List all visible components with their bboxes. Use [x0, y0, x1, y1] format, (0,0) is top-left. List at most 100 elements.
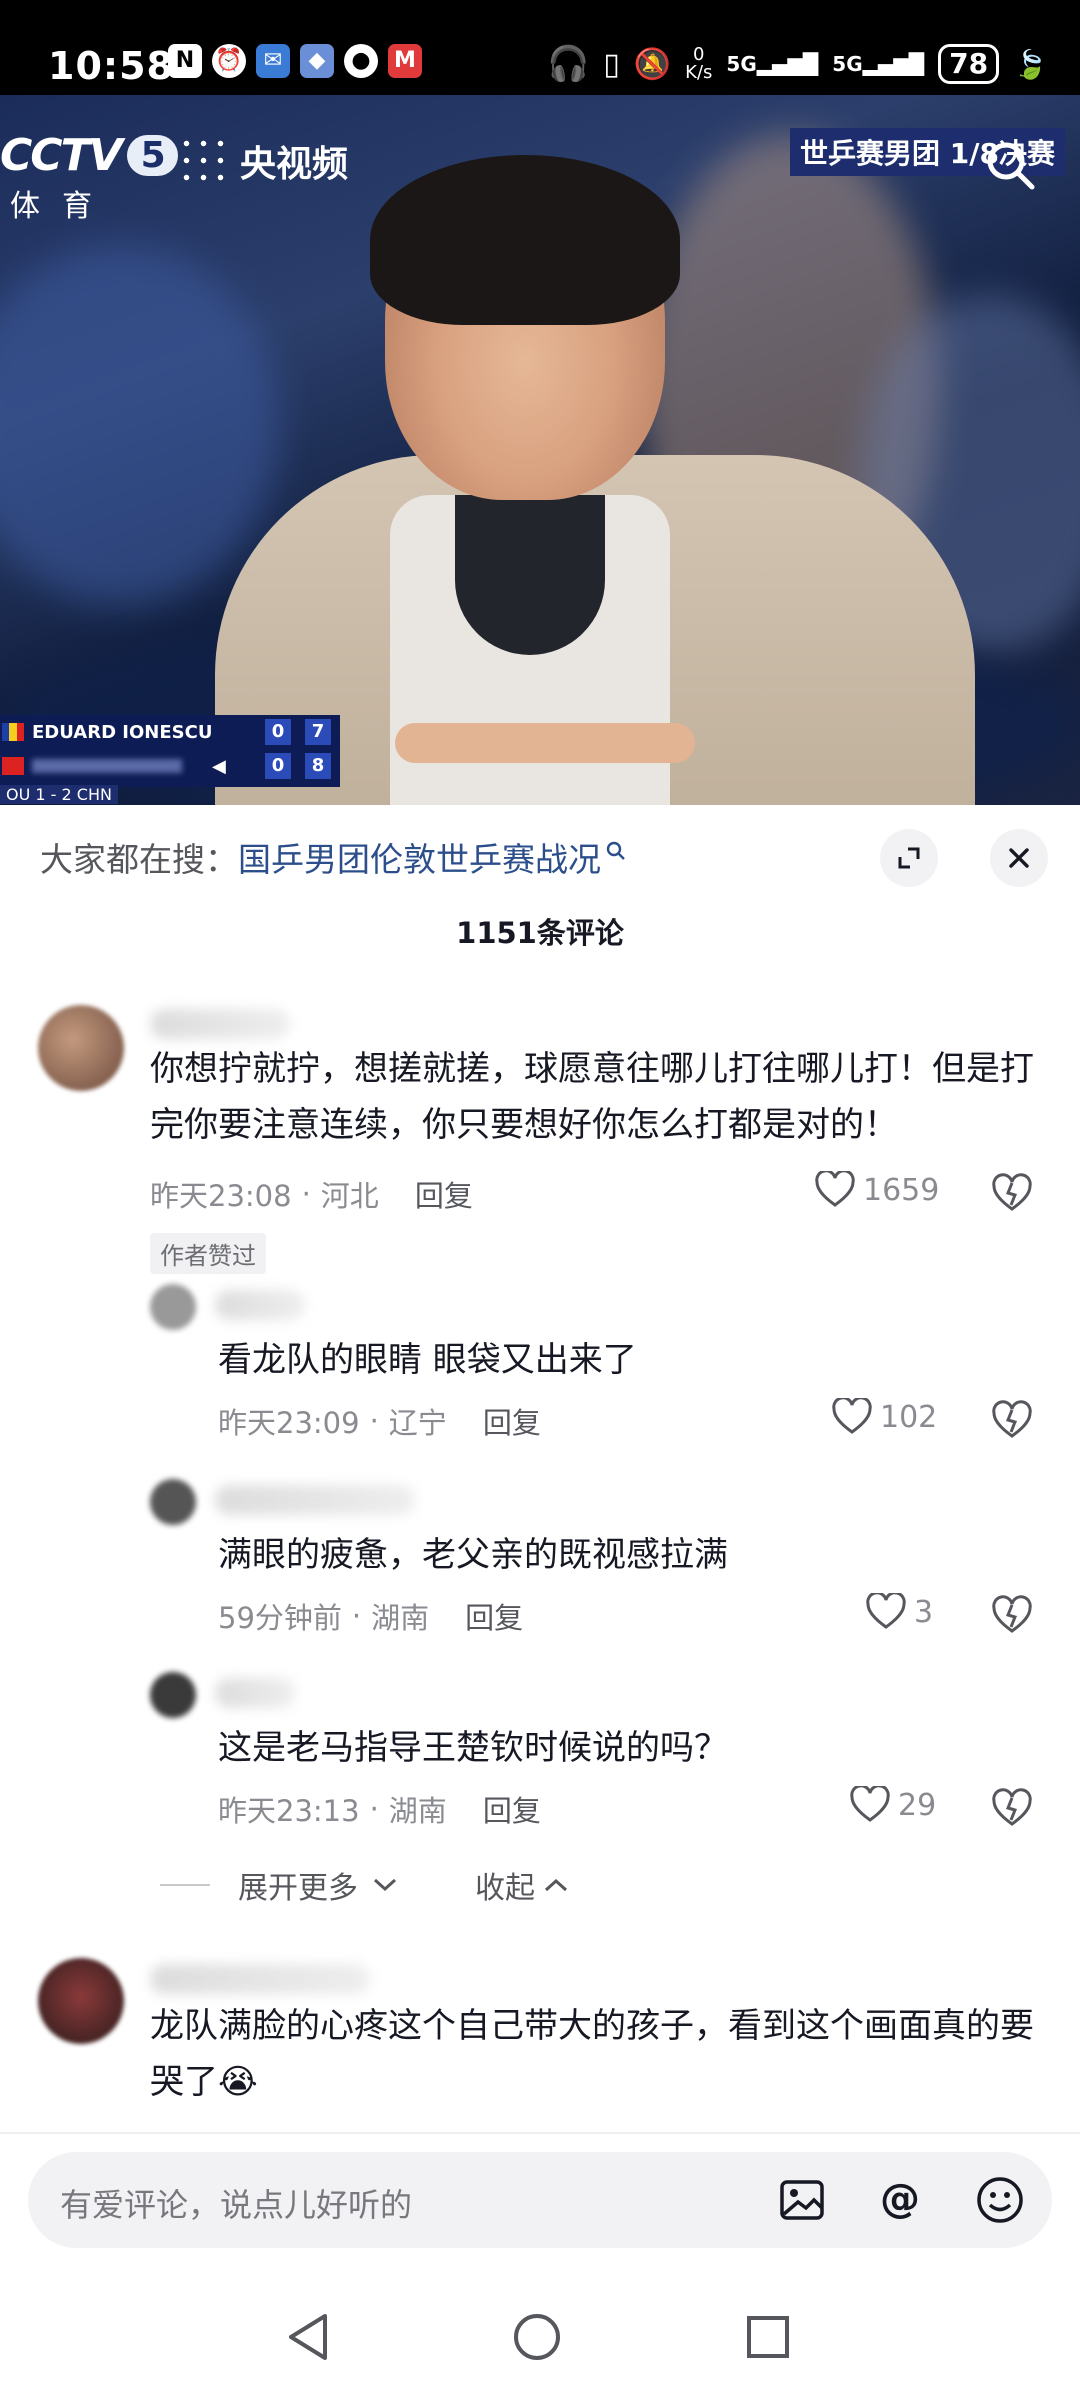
romania-flag-icon: [2, 723, 24, 741]
expand-more-button[interactable]: 展开更多: [160, 1863, 398, 1907]
app-notification-icon: ✉: [256, 44, 290, 78]
trending-link[interactable]: 国乒男团伦敦世乒赛战况: [238, 833, 601, 881]
dislike-heart-icon[interactable]: [990, 1593, 1034, 1637]
avatar[interactable]: [38, 1958, 124, 2044]
channel-logo-text: CCTV: [0, 130, 123, 181]
like-button[interactable]: 102: [832, 1398, 937, 1436]
avatar[interactable]: [150, 1672, 196, 1718]
dislike-heart-icon[interactable]: [990, 1398, 1034, 1442]
username-blurred[interactable]: [215, 1485, 415, 1515]
reply-button[interactable]: 回复: [465, 1595, 523, 1637]
svg-text:@: @: [880, 2176, 920, 2222]
avatar[interactable]: [38, 1005, 124, 1091]
vibrate-icon: ▯: [603, 46, 620, 82]
divider: [0, 2132, 1080, 2134]
comment-location: 辽宁: [388, 1406, 447, 1440]
username-blurred[interactable]: [150, 1964, 370, 1994]
channel-sub: 体育: [10, 189, 114, 224]
comment-time: 昨天23:09: [218, 1406, 360, 1440]
comment-count: 1151条评论: [456, 916, 624, 950]
nfc-icon: N: [168, 44, 202, 78]
recents-icon[interactable]: [745, 2314, 791, 2360]
trending-search[interactable]: 大家都在搜： 国乒男团伦敦世乒赛战况: [40, 833, 627, 881]
expand-more-label: 展开更多: [238, 1871, 358, 1906]
player1-name: EDUARD IONESCU: [32, 721, 213, 743]
platform-dots-icon: [178, 135, 230, 187]
comment-meta: 昨天23:09 · 辽宁 回复: [218, 1400, 541, 1442]
divider: [160, 1884, 210, 1886]
dislike-heart-icon[interactable]: [990, 1786, 1034, 1830]
comment-input-placeholder: 有爱评论，说点儿好听的: [60, 2186, 413, 2224]
like-button[interactable]: 3: [866, 1593, 933, 1631]
username-blurred[interactable]: [215, 1290, 305, 1320]
emoji-icon[interactable]: [974, 2174, 1026, 2226]
comment-meta: 昨天23:13 · 湖南 回复: [218, 1788, 541, 1830]
comment-time: 59分钟前: [218, 1601, 342, 1635]
heart-icon: [866, 1593, 906, 1629]
close-sheet-button[interactable]: [990, 829, 1048, 887]
video-subject-collar: [455, 495, 605, 655]
comment-location: 湖南: [388, 1794, 447, 1828]
meta-separator: ·: [369, 1404, 379, 1438]
notification-icons: N ⏰ ✉ ◆ ● M: [168, 44, 422, 78]
comment-input[interactable]: 有爱评论，说点儿好听的 @: [28, 2152, 1052, 2248]
heart-icon: [832, 1398, 872, 1434]
username-blurred[interactable]: [215, 1678, 295, 1708]
search-icon[interactable]: [980, 135, 1040, 195]
reply-button[interactable]: 回复: [483, 1400, 541, 1442]
home-icon[interactable]: [512, 2312, 562, 2362]
mention-icon[interactable]: @: [874, 2174, 926, 2226]
mute-icon: 🔕: [633, 46, 672, 82]
comment-location: 河北: [320, 1179, 379, 1213]
meta-separator: ·: [351, 1599, 362, 1633]
china-flag-icon: [2, 757, 24, 775]
back-icon[interactable]: [285, 2312, 331, 2362]
chevron-up-icon: [544, 1878, 568, 1892]
like-button[interactable]: 29: [850, 1786, 936, 1824]
video-player[interactable]: CCTV 5 体育 央视频 世乒赛男团 1/8决赛 EDUARD IONESCU …: [0, 95, 1080, 805]
comment-text: 满眼的疲惫，老父亲的既视感拉满: [218, 1535, 728, 1575]
username-blurred[interactable]: [150, 1009, 290, 1039]
system-icons: 🎧 ▯ 🔕 0 K/s 5G▂▄▆█ 5G▂▄▆█ 78 🍃: [547, 44, 1048, 84]
avatar[interactable]: [150, 1284, 196, 1330]
meta-separator: ·: [369, 1792, 379, 1826]
dislike-heart-icon[interactable]: [990, 1171, 1034, 1215]
player2-name-blurred: [32, 759, 182, 773]
serve-indicator-icon: ◀: [212, 755, 226, 777]
comment-meta: 昨天23:08 · 河北 回复: [150, 1173, 473, 1215]
comment-text: 龙队满脸的心疼这个自己带大的孩子，看到这个画面真的要哭了😭: [150, 2006, 1034, 2102]
team-score: OU 1 - 2 CHN: [0, 785, 118, 804]
status-time: 10:58: [48, 44, 174, 88]
signal-5g-2: 5G▂▄▆█: [832, 52, 925, 76]
network-speed: 0 K/s: [685, 44, 713, 83]
author-liked-badge: 作者赞过: [150, 1233, 266, 1274]
p1-games: 0: [265, 719, 291, 745]
shield-app-icon: ◆: [300, 44, 334, 78]
comment-text: 这是老马指导王楚钦时候说的吗？: [218, 1728, 728, 1768]
comment-meta: 59分钟前 · 湖南 回复: [218, 1595, 523, 1637]
scoreboard: EDUARD IONESCU 0 7 ◀ 0 8 OU 1 - 2 CHN: [0, 715, 340, 804]
headphones-icon: 🎧: [546, 44, 590, 84]
comment-text: 看龙队的眼睛 眼袋又出来了: [218, 1340, 637, 1380]
image-icon[interactable]: [776, 2174, 828, 2226]
p2-games: 0: [265, 753, 291, 779]
comment-time: 昨天23:08: [150, 1179, 292, 1213]
metro-app-icon: M: [388, 44, 422, 78]
avatar[interactable]: [150, 1479, 196, 1525]
video-subject-hands: [395, 723, 695, 763]
battery-indicator: 78: [938, 44, 1000, 84]
search-icon: [606, 841, 625, 860]
collapse-button[interactable]: 收起: [475, 1863, 569, 1907]
meta-separator: ·: [301, 1177, 311, 1211]
channel-number: 5: [126, 135, 178, 176]
comment-location: 湖南: [371, 1601, 430, 1635]
like-count: 102: [880, 1399, 938, 1435]
expand-sheet-button[interactable]: [880, 829, 938, 887]
alarm-icon: ⏰: [212, 44, 246, 78]
reply-button[interactable]: 回复: [415, 1173, 473, 1215]
system-nav-bar: [0, 2280, 1080, 2386]
reply-button[interactable]: 回复: [483, 1788, 541, 1830]
like-count: 1659: [863, 1172, 940, 1208]
p2-points: 8: [305, 753, 331, 779]
like-button[interactable]: 1659: [815, 1171, 939, 1209]
